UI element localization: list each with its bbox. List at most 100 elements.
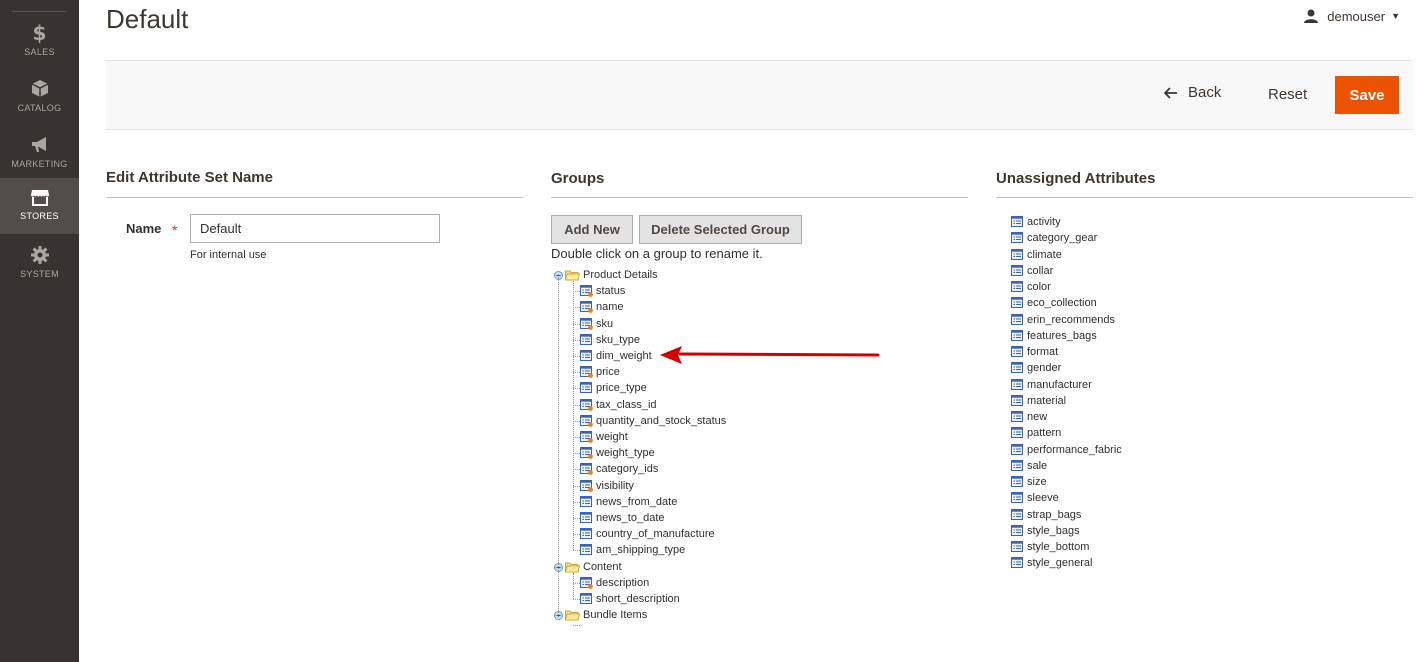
tree-connector (573, 550, 580, 551)
tree-group-node[interactable]: Product Details (554, 267, 658, 283)
sidebar-item-catalog[interactable]: CATALOG (0, 70, 79, 126)
system-attribute-icon (580, 318, 593, 330)
save-button[interactable]: Save (1335, 76, 1399, 114)
tree-node-label: manufacturer (1027, 379, 1092, 391)
tree-node-label: gender (1027, 362, 1062, 374)
chevron-down-icon: ▼ (1391, 11, 1400, 21)
attribute-icon (580, 496, 592, 507)
unassigned-attribute-node[interactable]: collar (1011, 263, 1053, 279)
folder-icon (565, 610, 580, 621)
admin-sidebar: $ SALES CATALOG MARKETING STORES SYSTEM (0, 0, 79, 662)
attribute-icon (1011, 411, 1023, 422)
attribute-icon (580, 512, 592, 523)
unassigned-attribute-node[interactable]: color (1011, 279, 1051, 295)
unassigned-attribute-node[interactable]: sleeve (1011, 490, 1059, 506)
tree-node-label: pattern (1027, 427, 1062, 439)
tree-node-label: visibility (596, 480, 634, 492)
tree-attribute-node[interactable]: visibility (580, 478, 634, 494)
unassigned-attribute-node[interactable]: new (1011, 409, 1047, 425)
attribute-icon (580, 593, 592, 604)
add-new-group-button[interactable]: Add New (551, 215, 633, 244)
tree-attribute-node[interactable]: price (580, 364, 620, 380)
tree-connector (573, 291, 580, 292)
tree-attribute-node[interactable]: category_ids (580, 461, 658, 477)
sidebar-item-marketing[interactable]: MARKETING (0, 126, 79, 182)
unassigned-attribute-node[interactable]: performance_fabric (1011, 442, 1122, 458)
tree-attribute-node[interactable]: quantity_and_stock_status (580, 413, 726, 429)
section-divider (106, 197, 523, 198)
section-divider (996, 197, 1413, 198)
unassigned-attribute-node[interactable]: format (1011, 344, 1058, 360)
unassigned-attribute-node[interactable]: gender (1011, 360, 1061, 376)
attribute-icon (580, 528, 592, 539)
tree-attribute-node[interactable]: dim_weight (580, 348, 652, 364)
box-icon (31, 80, 48, 97)
tree-attribute-node[interactable]: weight_type (580, 445, 655, 461)
tree-group-node[interactable]: Content (554, 559, 622, 575)
sidebar-item-stores[interactable]: STORES (0, 178, 79, 234)
delete-selected-group-button[interactable]: Delete Selected Group (639, 215, 802, 244)
tree-node-label: Content (583, 561, 622, 573)
tree-group-node[interactable]: Bundle Items (554, 607, 647, 623)
tree-attribute-node[interactable]: short_description (580, 591, 680, 607)
tree-node-label: category_ids (596, 463, 659, 475)
attribute-icon (1011, 525, 1023, 536)
sidebar-item-label: CATALOG (17, 103, 62, 113)
tree-attribute-node[interactable]: am_shipping_type (580, 542, 685, 558)
user-menu[interactable]: demouser ▼ (1303, 8, 1400, 24)
tree-connector (558, 277, 559, 617)
system-attribute-icon (580, 447, 593, 459)
edit-name-section-title: Edit Attribute Set Name (106, 169, 273, 186)
unassigned-attribute-node[interactable]: features_bags (1011, 328, 1097, 344)
tree-node-label: style_bags (1027, 525, 1080, 537)
tree-node-label: news_from_date (596, 496, 678, 508)
attribute-icon (1011, 509, 1023, 520)
reset-button[interactable]: Reset (1268, 86, 1307, 103)
attribute-icon (580, 544, 592, 555)
system-attribute-icon (580, 366, 593, 378)
tree-connector (573, 625, 580, 626)
tree-attribute-node[interactable]: price_type (580, 380, 647, 396)
sidebar-item-label: MARKETING (11, 159, 68, 169)
tree-attribute-node[interactable]: status (580, 283, 625, 299)
attribute-set-name-input[interactable] (190, 214, 440, 243)
unassigned-attribute-node[interactable]: style_general (1011, 555, 1092, 571)
unassigned-attribute-node[interactable]: erin_recommends (1011, 312, 1115, 328)
tree-node-label: climate (1027, 249, 1062, 261)
sidebar-item-sales[interactable]: $ SALES (0, 14, 79, 70)
store-icon (30, 190, 49, 206)
unassigned-attribute-node[interactable]: style_bags (1011, 523, 1080, 539)
tree-node-label: collar (1027, 265, 1054, 277)
unassigned-attribute-node[interactable]: eco_collection (1011, 295, 1097, 311)
unassigned-attribute-node[interactable]: strap_bags (1011, 507, 1081, 523)
tree-attribute-node[interactable]: country_of_manufacture (580, 526, 715, 542)
unassigned-attribute-node[interactable]: climate (1011, 247, 1062, 263)
sidebar-item-system[interactable]: SYSTEM (0, 236, 79, 292)
tree-attribute-node[interactable]: tax_class_id (580, 397, 657, 413)
unassigned-attribute-node[interactable]: category_gear (1011, 230, 1097, 246)
unassigned-attribute-node[interactable]: size (1011, 474, 1047, 490)
tree-attribute-node[interactable]: sku_type (580, 332, 640, 348)
tree-attribute-node[interactable]: news_from_date (580, 494, 677, 510)
system-attribute-icon (580, 285, 593, 297)
tree-node-label: sku (596, 318, 614, 330)
back-button[interactable]: Back (1164, 84, 1221, 101)
system-attribute-icon (580, 301, 593, 313)
back-label: Back (1188, 84, 1222, 101)
attribute-icon (1011, 346, 1023, 357)
tree-connector (573, 486, 580, 487)
tree-node-label: country_of_manufacture (596, 528, 715, 540)
tree-attribute-node[interactable]: news_to_date (580, 510, 665, 526)
tree-attribute-node[interactable]: description (580, 575, 649, 591)
unassigned-attribute-node[interactable]: sale (1011, 458, 1047, 474)
unassigned-attribute-node[interactable]: style_bottom (1011, 539, 1089, 555)
tree-node-label: dim_weight (596, 350, 652, 362)
unassigned-attribute-node[interactable]: pattern (1011, 425, 1061, 441)
unassigned-attribute-node[interactable]: material (1011, 393, 1066, 409)
unassigned-attribute-node[interactable]: activity (1011, 214, 1061, 230)
tree-attribute-node[interactable]: name (580, 299, 624, 315)
tree-attribute-node[interactable]: weight (580, 429, 628, 445)
tree-node-label: Bundle Items (583, 609, 648, 621)
tree-attribute-node[interactable]: sku (580, 316, 613, 332)
unassigned-attribute-node[interactable]: manufacturer (1011, 377, 1092, 393)
